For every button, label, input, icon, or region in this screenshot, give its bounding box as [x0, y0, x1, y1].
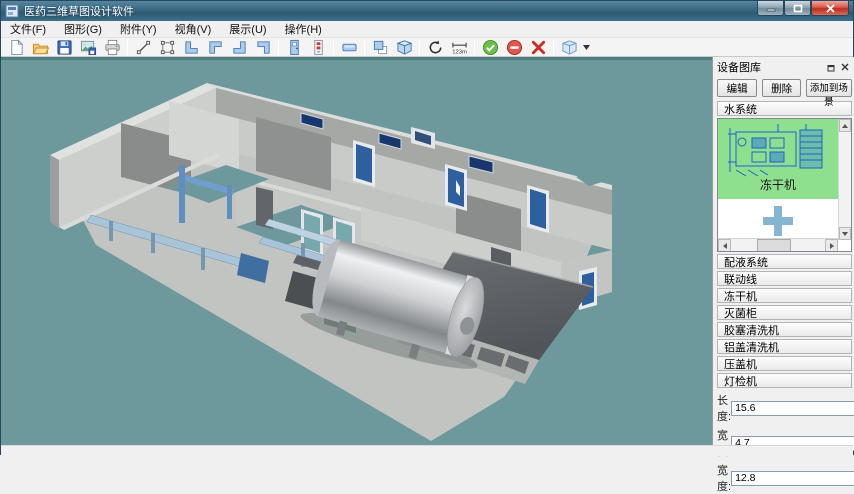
length-label: 长度:: [717, 392, 731, 424]
cad-thumbnail: [726, 122, 830, 178]
window-tool-button[interactable]: [337, 38, 361, 57]
menu-attachments[interactable]: 附件(Y): [111, 19, 166, 39]
print-button[interactable]: [100, 38, 124, 57]
category-liquid-prep-system[interactable]: 配液系统: [717, 254, 852, 269]
select-polygon-tool-button[interactable]: [155, 38, 179, 57]
toolbar-separator: [364, 40, 365, 55]
scroll-down-button[interactable]: [839, 227, 851, 240]
scroll-up-button[interactable]: [839, 119, 851, 132]
gallery-add-item[interactable]: [718, 199, 838, 243]
width2-input[interactable]: [731, 471, 854, 486]
export-image-button[interactable]: [76, 38, 100, 57]
toolbar-separator: [474, 40, 475, 55]
status-bar: [1, 445, 853, 456]
panel-title: 设备图库: [717, 59, 824, 75]
category-stopper-washer[interactable]: 胶塞清洗机: [717, 322, 852, 337]
menu-display[interactable]: 展示(U): [220, 19, 275, 39]
wall-corner-bottom-left-button[interactable]: [179, 38, 203, 57]
overlap-rectangles-tool-button[interactable]: [368, 38, 392, 57]
viewport-top-edge: [1, 57, 712, 60]
category-list: 配液系统 联动线 冻干机 灭菌柜 胶塞清洗机 铝盖清洗机 压盖机 灯检机: [717, 254, 852, 388]
delete-button[interactable]: [526, 38, 550, 57]
new-document-button[interactable]: [4, 38, 28, 57]
category-freeze-dryer[interactable]: 冻干机: [717, 288, 852, 303]
safety-door-tool-button[interactable]: [306, 38, 330, 57]
app-window: 医药三维草图设计软件 文件(F) 图形(G) 附件(Y) 视角(V) 展示(U)…: [0, 0, 854, 455]
length-input[interactable]: [731, 401, 854, 416]
wall-corner-top-left-button[interactable]: [203, 38, 227, 57]
toolbar-separator: [333, 40, 334, 55]
gallery-listbox: 冻干机: [717, 118, 852, 252]
toolbar-separator: [127, 40, 128, 55]
equipment-gallery-panel: 设备图库 编辑 删除 添加到场景 水系统: [712, 57, 854, 445]
toolbar-separator: [419, 40, 420, 55]
remove-button[interactable]: [502, 38, 526, 57]
category-linkage-line[interactable]: 联动线: [717, 271, 852, 286]
gallery-horizontal-scrollbar[interactable]: [718, 238, 838, 251]
menu-graphics[interactable]: 图形(G): [55, 19, 111, 39]
minimize-button[interactable]: [757, 1, 784, 16]
main-toolbar: 123m: [1, 38, 853, 57]
panel-buttons: 编辑 删除 添加到场景: [717, 79, 852, 97]
gallery-vertical-scrollbar[interactable]: [838, 119, 851, 240]
category-sterilizer-cabinet[interactable]: 灭菌柜: [717, 305, 852, 320]
gallery-item-label: 冻干机: [718, 176, 838, 193]
window-titlebar[interactable]: 医药三维草图设计软件: [1, 1, 853, 21]
wall-corner-top-right-button[interactable]: [251, 38, 275, 57]
gallery-item-freeze-dryer[interactable]: 冻干机: [718, 119, 838, 199]
close-button[interactable]: [811, 1, 849, 16]
view-cube-dropdown-arrow[interactable]: [581, 38, 591, 57]
close-panel-icon[interactable]: [838, 61, 852, 74]
dimension-fields: 长度: 宽度: 宽度:: [717, 392, 852, 494]
plus-icon: [759, 202, 797, 240]
menu-bar: 文件(F) 图形(G) 附件(Y) 视角(V) 展示(U) 操作(H): [1, 21, 853, 38]
menu-operation[interactable]: 操作(H): [276, 19, 331, 39]
category-cap-washer[interactable]: 铝盖清洗机: [717, 339, 852, 354]
save-button[interactable]: [52, 38, 76, 57]
float-panel-icon[interactable]: [824, 61, 838, 74]
width2-label: 宽度:: [717, 462, 731, 494]
wall-corner-bottom-right-button[interactable]: [227, 38, 251, 57]
scroll-right-button[interactable]: [825, 239, 838, 252]
line-tool-button[interactable]: [131, 38, 155, 57]
delete-item-button[interactable]: 删除: [762, 79, 800, 97]
svg-text:123m: 123m: [452, 49, 467, 55]
window-title: 医药三维草图设计软件: [24, 3, 134, 19]
menu-view-angle[interactable]: 视角(V): [166, 19, 221, 39]
toolbar-separator: [278, 40, 279, 55]
category-light-inspector[interactable]: 灯检机: [717, 373, 852, 388]
viewport-3d[interactable]: [1, 57, 712, 445]
edit-button[interactable]: 编辑: [717, 79, 757, 97]
rotate-tool-button[interactable]: [423, 38, 447, 57]
menu-file[interactable]: 文件(F): [1, 19, 55, 39]
panel-titlebar: 设备图库: [717, 59, 852, 75]
cube-tool-button[interactable]: [392, 38, 416, 57]
toolbar-separator: [553, 40, 554, 55]
app-icon: [5, 4, 19, 18]
category-capping-machine[interactable]: 压盖机: [717, 356, 852, 371]
scroll-left-button[interactable]: [718, 239, 731, 252]
view-cube-button[interactable]: [557, 38, 581, 57]
door-tool-button[interactable]: [282, 38, 306, 57]
scrollbar-thumb[interactable]: [757, 239, 791, 252]
confirm-button[interactable]: [478, 38, 502, 57]
measure-tool-button[interactable]: 123m: [447, 38, 471, 57]
add-to-scene-button[interactable]: 添加到场景: [806, 79, 852, 97]
viewport-3d-scene: [1, 57, 712, 445]
open-folder-button[interactable]: [28, 38, 52, 57]
maximize-button[interactable]: [784, 1, 811, 16]
